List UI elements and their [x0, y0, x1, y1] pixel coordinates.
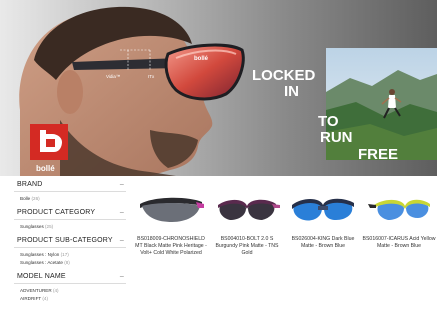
product-image[interactable]: [136, 190, 206, 230]
hero-image: bollé Vidia™ ITx bollé LOCKED IN TO RUN …: [0, 0, 437, 176]
filter-model-name: MODEL NAME – ADVENTURER (4) AIRDRIFT (4): [14, 271, 126, 307]
headline-line-5: FREE: [358, 146, 398, 163]
headline-line-2: IN: [284, 83, 299, 100]
product-image[interactable]: [288, 190, 358, 230]
filter-option-acetate[interactable]: Sunglasses : Acetate (8): [20, 259, 126, 267]
filter-model-name-title: MODEL NAME: [17, 273, 66, 280]
model-ear: [57, 70, 83, 114]
product-card[interactable]: BS018009-CHRONOSHIELD MT Black Matte Pin…: [134, 190, 208, 257]
product-image[interactable]: [364, 190, 434, 230]
filter-option-nylon[interactable]: Sunglasses : Nylon (17): [20, 251, 126, 259]
filter-option-airdrift[interactable]: AIRDRIFT (4): [20, 295, 126, 303]
filter-option-sunglasses[interactable]: Sunglasses (25): [20, 223, 126, 231]
product-card[interactable]: BS026004-KING Dark Blue Matte - Brown Bl…: [286, 190, 360, 250]
product-name[interactable]: BS026004-KING Dark Blue Matte - Brown Bl…: [286, 236, 360, 250]
lens-label-left: Vidia™: [106, 74, 120, 79]
headline-line-4: RUN: [320, 129, 353, 146]
filter-option-bolle[interactable]: Bolle (26): [20, 195, 126, 203]
filter-product-category-title: PRODUCT CATEGORY: [17, 209, 96, 216]
filter-option-adventurer[interactable]: ADVENTURER (4): [20, 287, 126, 295]
filter-product-category: PRODUCT CATEGORY – Sunglasses (25): [14, 207, 126, 235]
runner-figure: [389, 89, 395, 95]
collapse-icon[interactable]: –: [120, 207, 124, 219]
filter-product-subcategory-header[interactable]: PRODUCT SUB-CATEGORY –: [14, 235, 126, 248]
collapse-icon[interactable]: –: [120, 235, 124, 247]
product-card[interactable]: BS004010-BOLT 2.0 S Burgundy Pink Matte …: [210, 190, 284, 257]
filter-brand-header[interactable]: BRAND –: [14, 179, 126, 192]
filter-product-subcategory: PRODUCT SUB-CATEGORY – Sunglasses : Nylo…: [14, 235, 126, 271]
collapse-icon[interactable]: –: [120, 271, 124, 283]
product-grid: BS018009-CHRONOSHIELD MT Black Matte Pin…: [134, 190, 437, 320]
filter-brand: BRAND – Bolle (26): [14, 179, 126, 207]
filter-product-subcategory-title: PRODUCT SUB-CATEGORY: [17, 237, 113, 244]
filter-sidebar: BRAND – Bolle (26) PRODUCT CATEGORY – Su…: [14, 179, 126, 307]
headline-line-1: LOCKED: [252, 67, 316, 84]
product-name[interactable]: BS004010-BOLT 2.0 S Burgundy Pink Matte …: [210, 236, 284, 257]
frame-brand-text: bollé: [194, 56, 209, 62]
hero-banner[interactable]: bollé Vidia™ ITx bollé LOCKED IN TO RUN …: [0, 0, 437, 176]
product-card[interactable]: BS016007-ICARUS Acid Yellow Matte - Brow…: [362, 190, 436, 250]
filter-product-category-header[interactable]: PRODUCT CATEGORY –: [14, 207, 126, 220]
product-name[interactable]: BS018009-CHRONOSHIELD MT Black Matte Pin…: [134, 236, 208, 257]
collapse-icon[interactable]: –: [120, 179, 124, 191]
lens-label-right: ITx: [148, 74, 155, 79]
product-name[interactable]: BS016007-ICARUS Acid Yellow Matte - Brow…: [362, 236, 436, 250]
filter-brand-title: BRAND: [17, 181, 43, 188]
bolle-logo-text: bollé: [36, 164, 55, 173]
product-image[interactable]: [212, 190, 282, 230]
filter-model-name-header[interactable]: MODEL NAME –: [14, 271, 126, 284]
headline-line-3: TO: [318, 113, 339, 130]
